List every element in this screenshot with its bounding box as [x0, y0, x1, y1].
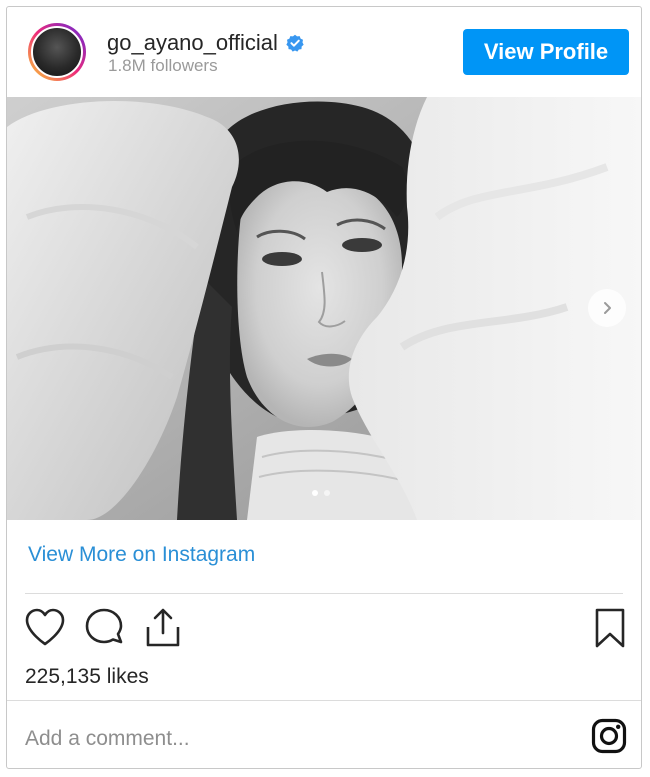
- avatar-image: [31, 26, 83, 78]
- username[interactable]: go_ayano_official: [107, 30, 278, 56]
- verified-icon: [286, 34, 304, 52]
- heart-icon[interactable]: [24, 607, 66, 647]
- action-bar: [7, 605, 641, 651]
- instagram-logo-icon[interactable]: [591, 718, 627, 754]
- comment-input[interactable]: Add a comment...: [25, 727, 190, 751]
- follower-count: 1.8M followers: [108, 56, 218, 75]
- like-count: 225,135 likes: [25, 665, 149, 688]
- chevron-right-icon: [604, 302, 611, 314]
- carousel-indicator: [312, 490, 330, 496]
- post-image: [7, 97, 641, 520]
- next-slide-button[interactable]: [588, 289, 626, 327]
- comment-icon[interactable]: [83, 607, 125, 649]
- view-more-link[interactable]: View More on Instagram: [28, 543, 255, 567]
- divider: [7, 700, 641, 701]
- post-header: go_ayano_official 1.8M followers View Pr…: [7, 7, 641, 97]
- post-photo[interactable]: [7, 97, 641, 520]
- bookmark-icon[interactable]: [593, 607, 627, 649]
- instagram-embed-card: go_ayano_official 1.8M followers View Pr…: [6, 6, 642, 769]
- view-profile-button[interactable]: View Profile: [463, 29, 629, 75]
- carousel-dot: [324, 490, 330, 496]
- share-icon[interactable]: [144, 607, 182, 649]
- avatar[interactable]: [28, 23, 86, 81]
- divider: [25, 593, 623, 594]
- username-row: go_ayano_official: [107, 29, 304, 57]
- carousel-dot-active: [312, 490, 318, 496]
